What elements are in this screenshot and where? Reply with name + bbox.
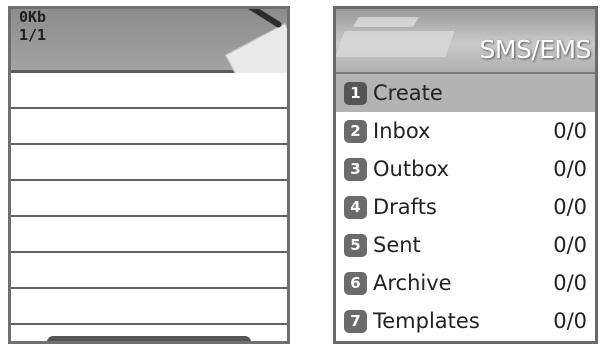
menu-item-inbox[interactable]: 2 Inbox 0/0 xyxy=(336,112,595,150)
softkey-bar xyxy=(47,336,251,341)
sms-menu-screen: SMS/EMS 1 Create 2 Inbox 0/0 3 Outbox 0/… xyxy=(333,6,598,344)
number-3-icon: 3 xyxy=(344,157,367,181)
menu-item-archive[interactable]: 6 Archive 0/0 xyxy=(336,264,595,302)
message-editor-screen: 0Kb 1/1 xyxy=(8,6,290,344)
text-line[interactable] xyxy=(11,145,287,181)
menu-item-label: Inbox xyxy=(373,119,431,143)
number-5-icon: 5 xyxy=(344,233,367,257)
menu-item-create[interactable]: 1 Create xyxy=(336,74,595,112)
text-line[interactable] xyxy=(11,109,287,145)
menu-item-label: Archive xyxy=(373,271,452,295)
message-count: 0/0 xyxy=(553,119,587,143)
text-line[interactable] xyxy=(11,325,287,341)
page-indicator: 1/1 xyxy=(19,26,47,44)
number-7-icon: 7 xyxy=(344,309,367,333)
message-menu-list: 1 Create 2 Inbox 0/0 3 Outbox 0/0 4 Draf… xyxy=(336,74,595,340)
number-6-icon: 6 xyxy=(344,271,367,295)
menu-header: SMS/EMS xyxy=(336,9,595,74)
message-count: 0/0 xyxy=(553,271,587,295)
number-1-icon: 1 xyxy=(344,81,367,105)
text-line[interactable] xyxy=(11,73,287,109)
text-line[interactable] xyxy=(11,289,287,325)
text-line[interactable] xyxy=(11,217,287,253)
menu-item-label: Templates xyxy=(373,309,480,333)
header-graphic xyxy=(353,17,419,27)
message-count: 0/0 xyxy=(553,309,587,333)
menu-item-label: Create xyxy=(373,81,443,105)
menu-item-drafts[interactable]: 4 Drafts 0/0 xyxy=(336,188,595,226)
number-4-icon: 4 xyxy=(344,195,367,219)
header-graphic xyxy=(336,31,455,57)
editor-header: 0Kb 1/1 xyxy=(11,8,287,98)
number-2-icon: 2 xyxy=(344,119,367,143)
pen-icon xyxy=(213,9,283,29)
menu-item-outbox[interactable]: 3 Outbox 0/0 xyxy=(336,150,595,188)
message-count: 0/0 xyxy=(553,157,587,181)
menu-item-templates[interactable]: 7 Templates 0/0 xyxy=(336,302,595,340)
menu-title: SMS/EMS xyxy=(479,35,592,64)
message-count: 0/0 xyxy=(553,195,587,219)
menu-item-label: Sent xyxy=(373,233,421,257)
message-count: 0/0 xyxy=(553,233,587,257)
text-line[interactable] xyxy=(11,181,287,217)
menu-item-label: Outbox xyxy=(373,157,450,181)
text-line[interactable] xyxy=(11,253,287,289)
text-entry-area[interactable] xyxy=(11,73,287,341)
menu-item-label: Drafts xyxy=(373,195,437,219)
menu-item-sent[interactable]: 5 Sent 0/0 xyxy=(336,226,595,264)
message-size-indicator: 0Kb xyxy=(19,8,47,26)
